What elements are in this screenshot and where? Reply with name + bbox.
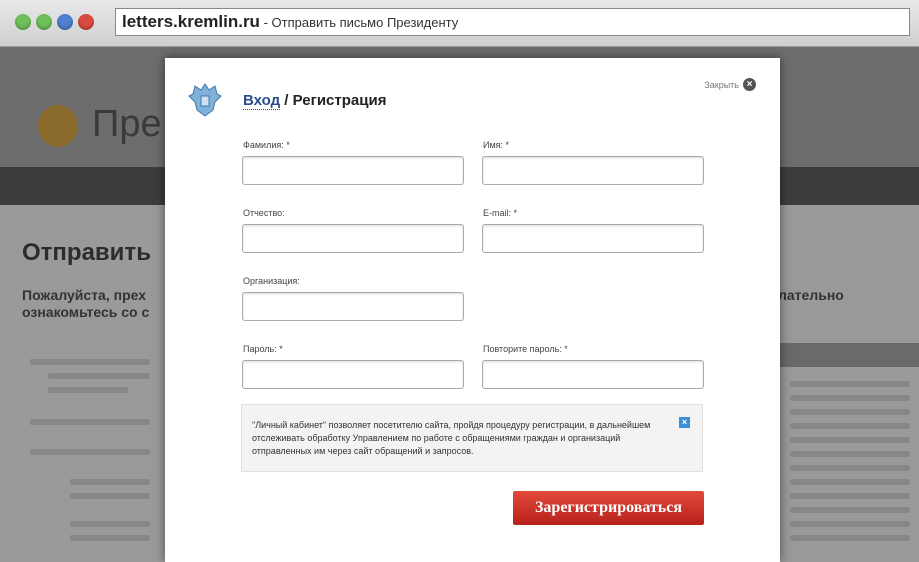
blurred-text — [790, 381, 910, 387]
blurred-text — [790, 535, 910, 541]
tab-login[interactable]: Вход — [243, 92, 281, 110]
patronymic-label: Отчество: — [243, 208, 285, 218]
registration-modal: Вход / Регистрация Закрыть × Фамилия: * … — [165, 58, 780, 562]
window-button-icon[interactable] — [36, 14, 52, 30]
page-intro-right: лательно — [778, 287, 844, 303]
info-text: "Личный кабинет" позволяет посетителю са… — [252, 420, 651, 456]
password-repeat-label: Повторите пароль: * — [483, 344, 568, 354]
info-close-icon[interactable]: × — [679, 417, 690, 428]
blurred-text — [790, 437, 910, 443]
window-close-icon[interactable] — [78, 14, 94, 30]
close-button[interactable]: Закрыть × — [704, 78, 756, 91]
blurred-text — [70, 535, 150, 541]
blurred-text — [790, 507, 910, 513]
password-field[interactable] — [242, 360, 464, 389]
page-intro-line: ознакомьтесь со с — [22, 304, 150, 320]
page-heading: Отправить — [22, 239, 151, 266]
address-separator: - — [259, 15, 272, 30]
register-button[interactable]: Зарегистрироваться — [513, 491, 704, 525]
info-box: "Личный кабинет" позволяет посетителю са… — [241, 404, 703, 472]
blurred-text — [30, 449, 150, 455]
page-intro: Пожалуйста, прех ознакомьтесь со с — [22, 287, 149, 321]
page-intro-line: Пожалуйста, прех — [22, 287, 147, 303]
window-button-icon[interactable] — [15, 14, 31, 30]
organization-label: Организация: — [243, 276, 300, 286]
patronymic-field[interactable] — [242, 224, 464, 253]
organization-field[interactable] — [242, 292, 464, 321]
browser-toolbar: letters.kremlin.ru - Отправить письмо Пр… — [0, 0, 919, 47]
address-host: letters.kremlin.ru — [122, 12, 260, 31]
blurred-text — [70, 493, 150, 499]
blurred-text — [790, 395, 910, 401]
address-bar[interactable]: letters.kremlin.ru - Отправить письмо Пр… — [115, 8, 910, 36]
blurred-text — [790, 493, 910, 499]
email-field[interactable] — [482, 224, 704, 253]
blurred-text — [790, 521, 910, 527]
window-button-icon[interactable] — [57, 14, 73, 30]
modal-title: Вход / Регистрация — [243, 92, 387, 110]
firstname-field[interactable] — [482, 156, 704, 185]
password-repeat-field[interactable] — [482, 360, 704, 389]
tab-separator: / — [280, 92, 293, 109]
tab-register[interactable]: Регистрация — [293, 92, 387, 109]
emblem-icon — [38, 105, 78, 147]
email-label: E-mail: * — [483, 208, 518, 218]
blurred-text — [70, 521, 150, 527]
close-label: Закрыть — [704, 79, 739, 90]
lastname-field[interactable] — [242, 156, 464, 185]
blurred-text — [790, 423, 910, 429]
close-icon[interactable]: × — [743, 78, 756, 91]
blurred-text — [48, 387, 128, 393]
sidebar-box — [778, 343, 919, 367]
blurred-text — [790, 409, 910, 415]
lastname-label: Фамилия: * — [243, 140, 290, 150]
firstname-label: Имя: * — [483, 140, 510, 150]
eagle-emblem-icon — [188, 83, 222, 117]
page-tab-title: Отправить письмо Президенту — [271, 15, 459, 30]
blurred-text — [790, 465, 910, 471]
blurred-text — [48, 373, 150, 379]
blurred-text — [70, 479, 150, 485]
blurred-text — [30, 419, 150, 425]
password-label: Пароль: * — [243, 344, 283, 354]
site-brand: Пре — [92, 103, 162, 145]
blurred-text — [790, 479, 910, 485]
blurred-text — [790, 451, 910, 457]
blurred-text — [30, 359, 150, 365]
